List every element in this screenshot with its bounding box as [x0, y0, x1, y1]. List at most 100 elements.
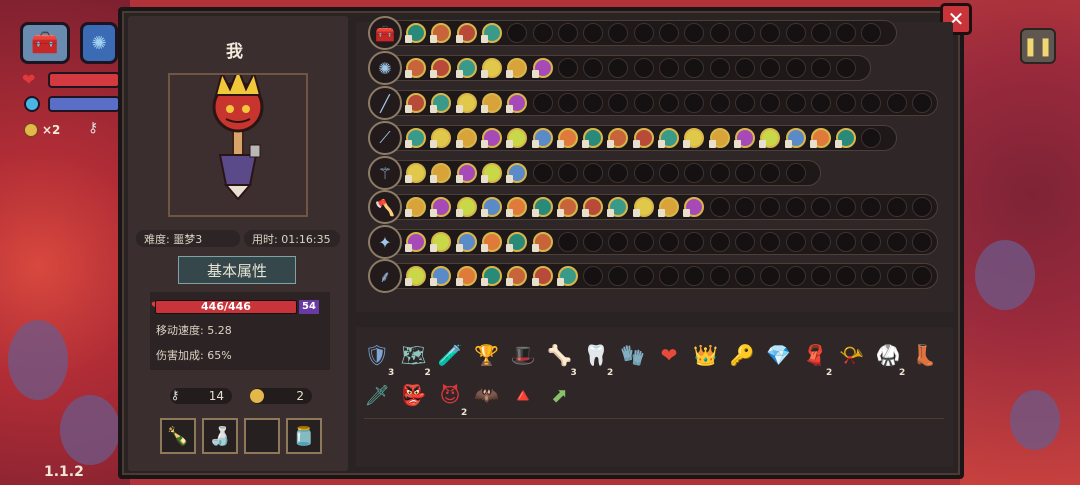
empty-chip-slot[interactable]	[659, 163, 679, 183]
item-slot[interactable]: 🛡 3	[362, 340, 394, 378]
empty-chip-slot[interactable]	[659, 266, 679, 286]
modifier-chip[interactable]	[405, 197, 426, 217]
modifier-chip[interactable]	[455, 23, 477, 43]
empty-chip-slot[interactable]	[810, 58, 831, 78]
item-slot[interactable]: 🦷 2	[581, 340, 614, 378]
empty-chip-slot[interactable]	[557, 93, 578, 113]
weapon-slot[interactable]: ✺	[368, 51, 402, 85]
empty-chip-slot[interactable]	[912, 266, 932, 286]
empty-chip-slot[interactable]	[785, 232, 806, 252]
empty-chip-slot[interactable]	[810, 232, 831, 252]
empty-chip-slot[interactable]	[886, 232, 907, 252]
empty-chip-slot[interactable]	[912, 93, 932, 113]
empty-chip-slot[interactable]	[785, 197, 806, 217]
empty-chip-slot[interactable]	[836, 232, 857, 252]
item-slot[interactable]: 🎩	[508, 340, 538, 370]
modifier-chip[interactable]	[455, 232, 477, 252]
modifier-chip[interactable]	[531, 128, 553, 148]
modifier-chip[interactable]	[455, 266, 477, 286]
modifier-chip[interactable]	[632, 197, 654, 217]
empty-chip-slot[interactable]	[633, 23, 654, 43]
hud-orb-slot[interactable]: ✺	[80, 22, 118, 64]
empty-chip-slot[interactable]	[785, 93, 806, 113]
empty-chip-slot[interactable]	[709, 23, 730, 43]
modifier-chip[interactable]	[405, 93, 426, 113]
empty-chip-slot[interactable]	[709, 163, 730, 183]
basic-attributes-tab[interactable]: 基本属性	[178, 256, 296, 284]
empty-chip-slot[interactable]	[633, 232, 654, 252]
empty-chip-slot[interactable]	[836, 93, 857, 113]
empty-chip-slot[interactable]	[633, 58, 654, 78]
empty-chip-slot[interactable]	[836, 23, 857, 43]
item-slot[interactable]: 🗺 2	[399, 340, 431, 378]
empty-chip-slot[interactable]	[709, 266, 730, 286]
modifier-chip[interactable]	[480, 93, 502, 113]
modifier-chip[interactable]	[405, 23, 426, 43]
empty-chip-slot[interactable]	[785, 58, 806, 78]
empty-chip-slot[interactable]	[557, 23, 578, 43]
modifier-chip[interactable]	[531, 58, 553, 78]
modifier-chip[interactable]	[455, 128, 477, 148]
modifier-chip[interactable]	[480, 128, 502, 148]
item-slot[interactable]: 👑	[691, 340, 721, 370]
empty-chip-slot[interactable]	[659, 23, 679, 43]
item-slot[interactable]: 👢	[910, 340, 940, 370]
modifier-chip[interactable]	[632, 128, 654, 148]
empty-chip-slot[interactable]	[583, 58, 604, 78]
modifier-chip[interactable]	[455, 163, 477, 183]
modifier-chip[interactable]	[835, 128, 857, 148]
potion-slot[interactable]: 🍾	[160, 418, 196, 454]
modifier-chip[interactable]	[556, 266, 578, 286]
empty-chip-slot[interactable]	[583, 93, 604, 113]
empty-chip-slot[interactable]	[532, 163, 553, 183]
empty-chip-slot[interactable]	[583, 232, 604, 252]
modifier-chip[interactable]	[455, 197, 477, 217]
modifier-chip[interactable]	[405, 163, 426, 183]
empty-chip-slot[interactable]	[659, 58, 679, 78]
empty-chip-slot[interactable]	[886, 197, 907, 217]
hud-chest-slot[interactable]: 🧰	[20, 22, 70, 64]
empty-chip-slot[interactable]	[659, 93, 679, 113]
potion-slot[interactable]: 🍶	[202, 418, 238, 454]
modifier-chip[interactable]	[531, 197, 553, 217]
potion-slot[interactable]: 🫙	[286, 418, 322, 454]
empty-chip-slot[interactable]	[734, 266, 755, 286]
empty-chip-slot[interactable]	[583, 163, 604, 183]
item-slot[interactable]: 🦇	[472, 380, 502, 410]
empty-chip-slot[interactable]	[633, 266, 654, 286]
modifier-chip[interactable]	[582, 128, 604, 148]
empty-chip-slot[interactable]	[532, 23, 553, 43]
empty-chip-slot[interactable]	[583, 23, 604, 43]
weapon-slot[interactable]: 🧰	[368, 16, 402, 50]
item-slot[interactable]: 🏆	[472, 340, 502, 370]
empty-chip-slot[interactable]	[734, 197, 755, 217]
modifier-chip[interactable]	[405, 232, 426, 252]
empty-chip-slot[interactable]	[912, 232, 932, 252]
empty-chip-slot[interactable]	[709, 58, 730, 78]
modifier-chip[interactable]	[531, 266, 553, 286]
modifier-chip[interactable]	[809, 128, 831, 148]
item-slot[interactable]: 🥋 2	[873, 340, 906, 378]
modifier-chip[interactable]	[556, 128, 578, 148]
modifier-chip[interactable]	[733, 128, 755, 148]
modifier-chip[interactable]	[405, 266, 426, 286]
empty-chip-slot[interactable]	[633, 163, 654, 183]
modifier-chip[interactable]	[582, 197, 604, 217]
empty-chip-slot[interactable]	[810, 93, 831, 113]
modifier-chip[interactable]	[480, 197, 502, 217]
empty-chip-slot[interactable]	[785, 266, 806, 286]
modifier-chip[interactable]	[784, 128, 806, 148]
modifier-chip[interactable]	[405, 128, 426, 148]
item-slot[interactable]: 🦴 3	[545, 340, 577, 378]
empty-chip-slot[interactable]	[557, 232, 578, 252]
item-slot[interactable]: 🧪	[435, 340, 465, 370]
item-slot[interactable]: 🔺	[508, 380, 538, 410]
weapon-slot[interactable]: ⚚	[368, 156, 402, 190]
empty-chip-slot[interactable]	[836, 197, 857, 217]
modifier-chip[interactable]	[480, 23, 502, 43]
pause-button[interactable]: ❚❚	[1020, 28, 1056, 64]
weapon-slot[interactable]: ╱	[368, 86, 402, 120]
weapon-slot[interactable]: ⸙	[368, 259, 402, 293]
item-slot[interactable]: 🧣 2	[800, 340, 833, 378]
modifier-chip[interactable]	[708, 128, 730, 148]
